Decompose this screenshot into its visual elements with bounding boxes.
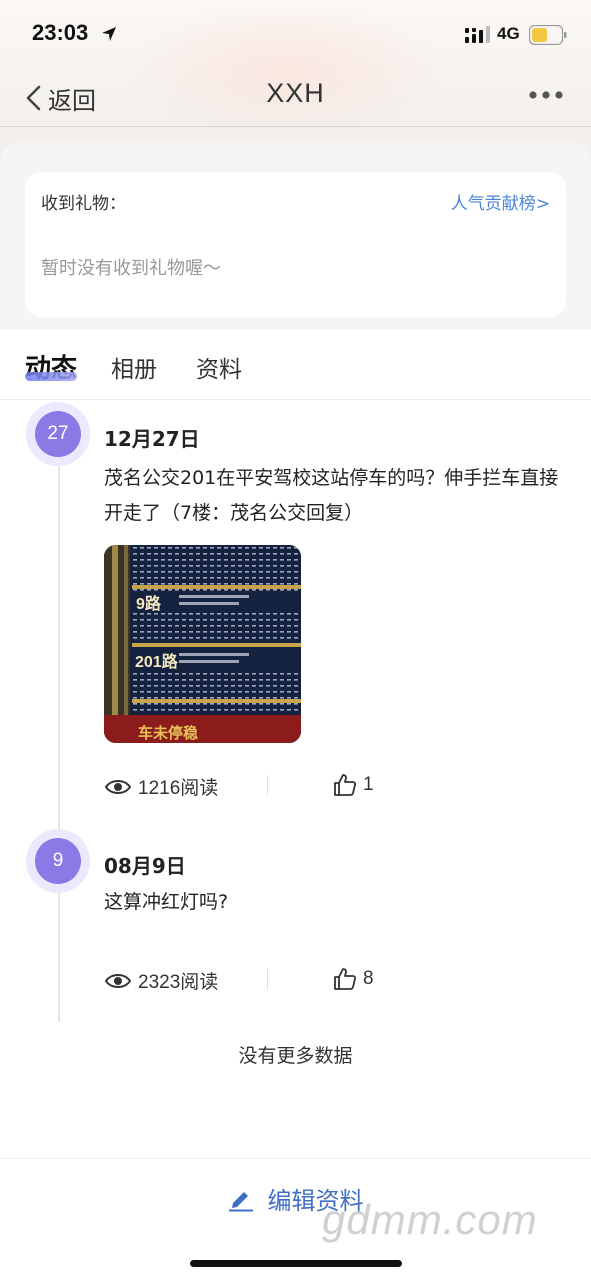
thumbs-up-icon	[334, 774, 357, 796]
post-day-number: 27	[35, 411, 81, 457]
post-date: 12月27日	[104, 427, 200, 451]
tab-album[interactable]: 相册	[111, 350, 157, 384]
like-button[interactable]: 8	[333, 967, 374, 991]
gifts-card: 收到礼物： 人气贡献榜> 暂时没有收到礼物喔～	[25, 172, 566, 317]
bus-stop-sign-photo: 9路 201路 车未停稳	[104, 545, 301, 743]
battery-icon	[529, 25, 567, 45]
stat-divider	[267, 775, 268, 795]
home-indicator	[190, 1260, 402, 1267]
tab-profile-info[interactable]: 资料	[196, 350, 242, 384]
like-count: 8	[363, 968, 374, 989]
more-options-icon[interactable]	[528, 86, 564, 104]
active-tab-indicator	[25, 372, 77, 381]
post-day-badge: 27	[26, 402, 90, 466]
post-date: 08月9日	[104, 854, 186, 878]
header-divider	[0, 126, 591, 127]
post-text[interactable]: 茂名公交201在平安驾校这站停车的吗？伸手拦车直接开走了（7楼：茂名公交回复）	[104, 461, 564, 531]
post-day-number: 9	[35, 838, 81, 884]
no-more-data-text: 没有更多数据	[238, 1045, 353, 1067]
photo-route-a: 9路	[136, 594, 162, 613]
read-count: 1216阅读	[104, 773, 218, 800]
page-title: XXH	[266, 78, 325, 108]
read-count-label: 2323阅读	[138, 972, 219, 993]
network-type: 4G	[497, 24, 520, 43]
read-count-label: 1216阅读	[138, 778, 219, 799]
eye-icon	[104, 973, 132, 988]
post-photo[interactable]: 9路 201路 车未停稳	[104, 545, 301, 743]
photo-route-b: 201路	[135, 652, 179, 671]
navigation-bar: 返回 XXH	[0, 70, 591, 125]
signal-icon	[465, 26, 490, 43]
watermark: gdmm.com	[322, 1196, 538, 1243]
like-count: 1	[363, 774, 374, 795]
thumbs-up-icon	[334, 968, 357, 990]
timeline-line	[58, 402, 60, 1022]
read-count: 2323阅读	[104, 967, 218, 994]
post-day-badge: 9	[26, 829, 90, 893]
gifts-title: 收到礼物：	[41, 194, 126, 214]
status-bar: 23:03 4G	[0, 0, 591, 70]
photo-footer-text: 车未停稳	[138, 724, 198, 742]
location-arrow-icon	[102, 27, 116, 41]
post-text[interactable]: 这算冲红灯吗?	[104, 885, 564, 920]
profile-tabs: 动态 相册 资料	[0, 330, 591, 400]
pencil-icon	[228, 1191, 253, 1211]
eye-icon	[104, 779, 132, 794]
gifts-empty-text: 暂时没有收到礼物喔～	[41, 258, 221, 279]
popularity-ranking-link[interactable]: 人气贡献榜>	[451, 189, 550, 214]
stat-divider	[267, 969, 268, 989]
status-time: 23:03	[32, 20, 89, 45]
like-button[interactable]: 1	[333, 773, 374, 797]
